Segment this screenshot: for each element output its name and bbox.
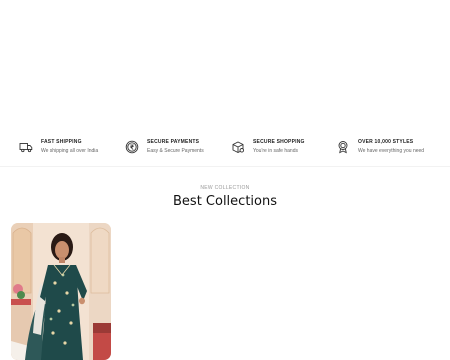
award-badge-icon [336,140,350,154]
feature-title: OVER 10,000 STYLES [358,139,414,145]
hero-banner-area [0,0,450,128]
section-divider [0,166,450,167]
section-eyebrow: NEW COLLECTION [200,185,250,191]
feature-subtitle: We have everything you need [358,148,425,154]
feature-strip: FAST SHIPPING We shipping all over India… [0,136,450,162]
section-title: Best Collections [173,194,277,209]
feature-subtitle: We shipping all over India [41,148,99,154]
feature-subtitle: You're in safe hands [253,148,298,154]
feature-title: SECURE SHOPPING [253,139,305,145]
feature-subtitle: Easy & Secure Payments [147,148,204,154]
rupee-coin-icon [125,140,139,154]
feature-title: FAST SHIPPING [41,139,82,145]
truck-icon [19,140,33,154]
product-image[interactable] [11,223,111,360]
feature-title: SECURE PAYMENTS [147,139,200,145]
package-icon [231,140,245,154]
product-card[interactable] [11,223,111,360]
